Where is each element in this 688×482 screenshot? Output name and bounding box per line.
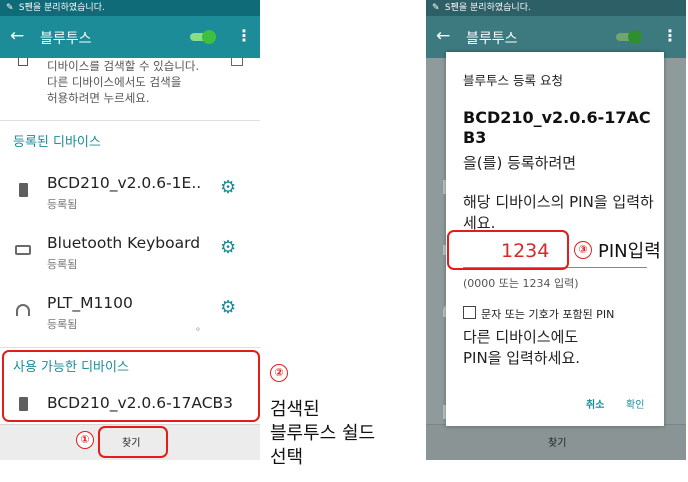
gear-icon[interactable]: ⚙ — [220, 298, 236, 318]
alphanumeric-pin-checkbox[interactable] — [463, 306, 476, 319]
visibility-row[interactable]: 디바이스를 검색할 수 있습니다. 다른 디바이스에서도 검색을 허용하려면 누… — [0, 58, 260, 118]
desc-line-1: 디바이스를 검색할 수 있습니다. — [47, 59, 200, 73]
more-options-icon[interactable]: ⋮ — [236, 26, 252, 46]
bluetooth-toggle[interactable] — [616, 30, 642, 44]
registered-device-row[interactable]: BCD210_v2.0.6-1E.. 등록됨 ⚙ — [0, 168, 260, 226]
dialog-title: 블루투스 등록 요청 — [463, 73, 563, 88]
dialog-device-name: BCD210_v2.0.6-17ACB3 — [463, 108, 651, 147]
gear-icon[interactable]: ⚙ — [220, 178, 236, 198]
note-line-2: 블루투스 쉴드 — [270, 423, 376, 444]
back-arrow-icon[interactable]: ← — [10, 26, 24, 46]
gear-icon[interactable]: ⚙ — [220, 238, 236, 258]
pen-icon: ✎ — [432, 3, 440, 13]
bottom-bar: 찾기 — [426, 424, 686, 460]
step-1-marker: ① — [76, 431, 94, 449]
bluetooth-toggle[interactable] — [190, 30, 216, 44]
more-options-icon[interactable]: ⋮ — [662, 26, 678, 46]
dialog-info: 다른 디바이스에도 PIN을 입력하세요. — [463, 327, 580, 369]
status-text: S펜을 분리하였습니다. — [18, 3, 105, 13]
info-line-1: 다른 디바이스에도 — [463, 328, 579, 346]
divider — [0, 120, 260, 121]
available-device-highlight — [2, 350, 260, 422]
device-icon — [18, 58, 28, 66]
device-name: PLT_M1100 — [47, 294, 133, 312]
pen-icon: ✎ — [6, 3, 14, 13]
app-bar: ← 블루투스 ⋮ — [0, 16, 260, 58]
toggle-knob — [202, 30, 216, 44]
device-status: 등록됨 — [47, 318, 78, 331]
status-bar: ✎ S펜을 분리하였습니다. — [426, 0, 686, 16]
back-arrow-icon[interactable]: ← — [436, 26, 450, 46]
visibility-description: 디바이스를 검색할 수 있습니다. 다른 디바이스에서도 검색을 허용하려면 누… — [47, 58, 199, 106]
note-line-1: 검색된 — [270, 399, 320, 420]
app-title: 블루투스 — [40, 31, 92, 47]
dialog-prompt: 해당 디바이스의 PIN을 입력하세요. — [463, 193, 654, 232]
cancel-button[interactable]: 취소 — [586, 396, 604, 411]
alphanumeric-pin-label: 문자 또는 기호가 포함된 PIN — [481, 308, 615, 321]
phone-icon — [15, 182, 31, 198]
registered-devices-header: 등록된 디바이스 — [13, 135, 101, 150]
desc-line-3: 허용하려면 누르세요. — [47, 91, 150, 105]
desc-line-2: 다른 디바이스에서도 검색을 — [47, 75, 182, 89]
status-bar: ✎ S펜을 분리하였습니다. — [0, 0, 260, 16]
app-title: 블루투스 — [466, 31, 518, 47]
find-button-highlight — [98, 426, 168, 458]
info-line-2: PIN을 입력하세요. — [463, 349, 581, 367]
dot-mark: 。 — [196, 322, 206, 333]
step-2-note: 검색된 블루투스 쉴드 선택 — [270, 398, 375, 470]
device-status: 등록됨 — [47, 258, 78, 271]
step-3-marker: ③ — [574, 241, 592, 259]
note-line-3: 선택 — [270, 447, 304, 468]
step-2-marker: ② — [270, 364, 288, 382]
device-name: BCD210_v2.0.6-1E.. — [47, 174, 202, 192]
status-text: S펜을 분리하였습니다. — [444, 3, 531, 13]
dialog-suffix: 을(를) 등록하려면 — [463, 154, 577, 172]
device-name: Bluetooth Keyboard — [47, 234, 201, 252]
headset-icon — [15, 302, 31, 318]
registered-device-row[interactable]: PLT_M1100 등록됨 ⚙ — [0, 288, 260, 346]
step-3-note: PIN입력 — [598, 241, 661, 262]
keyboard-icon — [15, 242, 31, 258]
ok-button[interactable]: 확인 — [626, 396, 644, 411]
registered-device-row[interactable]: Bluetooth Keyboard 등록됨 ⚙ — [0, 228, 260, 286]
divider — [0, 347, 260, 348]
visibility-checkbox[interactable] — [231, 58, 243, 66]
toggle-knob — [628, 30, 642, 44]
device-status: 등록됨 — [47, 198, 78, 211]
pin-hint: (0000 또는 1234 입력) — [463, 277, 579, 290]
find-button[interactable]: 찾기 — [548, 434, 566, 449]
pin-highlight — [447, 230, 569, 270]
